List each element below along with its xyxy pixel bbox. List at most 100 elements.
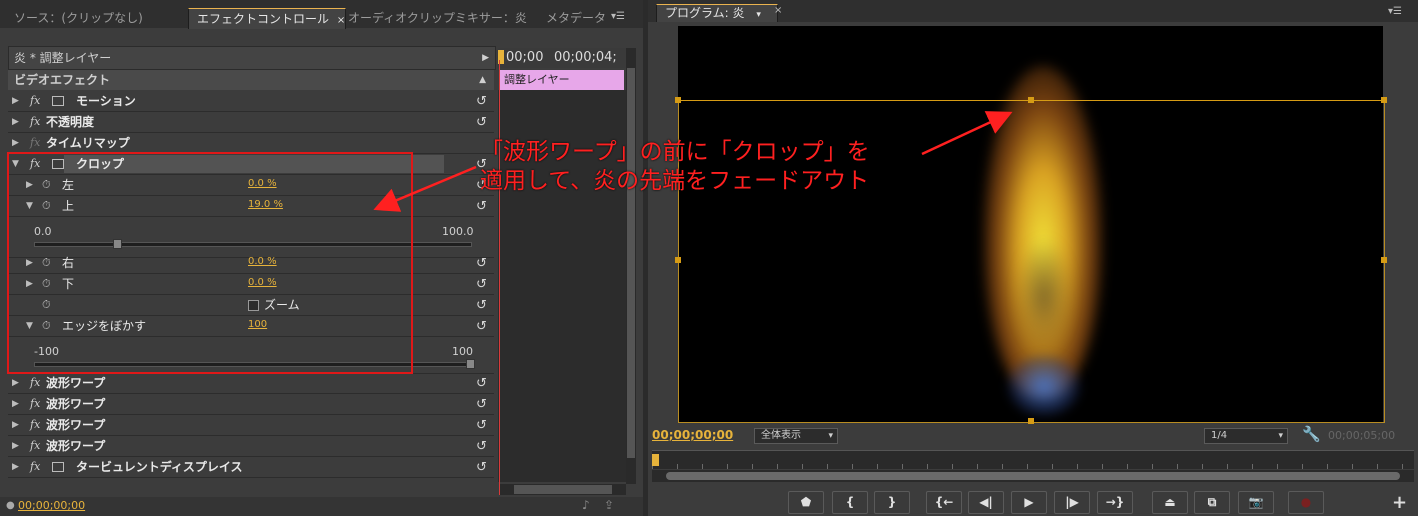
fx-icon[interactable]: fx [30, 91, 40, 111]
step-forward-button[interactable]: |▶ [1054, 491, 1090, 514]
expand-icon[interactable]: ▶ [12, 436, 19, 456]
panel-menu-icon[interactable]: ▾☰ [1388, 6, 1406, 18]
effect-row-wave-warp[interactable]: ▶ fx 波形ワープ ↺ [8, 415, 494, 436]
annotation-line-2: 適用して、炎の先端をフェードアウト [480, 168, 870, 194]
extract-button[interactable]: ⧉ [1194, 491, 1230, 514]
effect-row-turbulent-displace[interactable]: ▶ fx タービュレントディスプレイス ↺ [8, 457, 494, 478]
mark-in-button[interactable]: { [832, 491, 868, 514]
video-effects-title: ビデオエフェクト [14, 73, 111, 87]
collapse-section-icon[interactable]: ▲ [479, 70, 486, 90]
reset-icon[interactable]: ↺ [476, 92, 487, 112]
reset-icon[interactable]: ↺ [476, 395, 487, 415]
record-button[interactable]: ● [1288, 491, 1324, 514]
crop-handle[interactable] [675, 97, 681, 103]
tab-close-icon[interactable]: × [774, 5, 782, 16]
fx-icon[interactable]: fx [30, 415, 40, 435]
crop-handle[interactable] [1381, 97, 1387, 103]
zoom-bar-thumb[interactable] [666, 472, 1400, 480]
effect-row-wave-warp[interactable]: ▶ fx 波形ワープ ↺ [8, 436, 494, 457]
tab-effect-controls[interactable]: エフェクトコントロール × [188, 8, 346, 29]
tab-audio-clip-mixer[interactable]: オーディオクリップミキサー：炎 [340, 8, 528, 28]
add-marker-button[interactable]: ⬟ [788, 491, 824, 514]
crop-handle[interactable] [1028, 97, 1034, 103]
monitor-playhead-icon[interactable] [652, 454, 659, 466]
settings-wrench-icon[interactable]: 🔧 [1302, 425, 1321, 443]
duration-timecode: 00;00;05;00 [1328, 429, 1396, 442]
tab-metadata[interactable]: メタデータ [538, 8, 616, 28]
mark-out-button[interactable]: } [874, 491, 910, 514]
tab-program[interactable]: プログラム: 炎 ▾ [656, 4, 778, 22]
effect-label: 波形ワープ [46, 376, 106, 390]
effect-row-wave-warp[interactable]: ▶ fx 波形ワープ ↺ [8, 373, 494, 394]
fx-icon[interactable]: fx [30, 436, 40, 456]
effect-row-time-remap[interactable]: ▶ fx タイムリマップ [8, 133, 494, 154]
effect-row-wave-warp[interactable]: ▶ fx 波形ワープ ↺ [8, 394, 494, 415]
effect-label: タービュレントディスプレイス [76, 460, 243, 474]
monitor-zoom-bar[interactable] [652, 470, 1414, 482]
crop-handle[interactable] [675, 257, 681, 263]
crop-highlight-box [7, 152, 413, 374]
expand-icon[interactable]: ▶ [12, 91, 19, 111]
expand-icon[interactable]: ▶ [12, 133, 19, 153]
slider-max-label: 100.0 [442, 225, 474, 238]
expand-icon[interactable]: ▶ [12, 457, 19, 477]
expand-icon[interactable]: ▶ [12, 112, 19, 132]
scrollbar-thumb[interactable] [627, 68, 635, 458]
tab-dropdown-icon[interactable]: ▾ [756, 10, 761, 20]
crop-handle[interactable] [1381, 257, 1387, 263]
video-effects-header: ビデオエフェクト ▲ [8, 70, 494, 90]
go-to-in-button[interactable]: {← [926, 491, 962, 514]
go-to-out-button[interactable]: →} [1097, 491, 1133, 514]
tab-program-label: プログラム: 炎 [665, 6, 745, 20]
fit-select[interactable]: 全体表示 ▾ [754, 428, 838, 444]
fx-icon[interactable]: fx [30, 373, 40, 393]
annotation-line-1: 「波形ワープ」の前に「クロップ」を [480, 139, 870, 165]
fx-icon[interactable]: fx [30, 112, 40, 132]
fx-icon[interactable]: fx [30, 394, 40, 414]
monitor-time-ruler[interactable] [652, 450, 1414, 469]
reset-icon[interactable]: ↺ [476, 254, 487, 274]
clip-header-arrow-icon[interactable]: ▶ [482, 47, 489, 69]
reset-icon[interactable]: ↺ [476, 437, 487, 457]
fit-select-value: 全体表示 [761, 430, 801, 441]
effect-row-motion[interactable]: ▶ fx モーション ↺ [8, 91, 494, 112]
dropdown-arrow-icon: ▾ [1278, 431, 1283, 441]
vertical-scrollbar[interactable] [626, 48, 636, 484]
feather-slider-handle[interactable] [466, 359, 475, 369]
effect-row-opacity[interactable]: ▶ fx 不透明度 ↺ [8, 112, 494, 133]
add-button-icon[interactable]: + [1392, 492, 1407, 513]
monitor-timecode[interactable]: 00;00;00;00 [652, 428, 733, 442]
ruler-time-start: 00;00 [506, 50, 544, 65]
export-icon[interactable]: ⇪ [604, 498, 614, 512]
lift-button[interactable]: ⏏ [1152, 491, 1188, 514]
bottom-bar: ● 00;00;00;00 ♪ ⇪ [0, 497, 643, 516]
scrollbar-thumb[interactable] [514, 485, 612, 494]
reset-icon[interactable]: ↺ [476, 197, 487, 217]
export-frame-button[interactable]: 📷 [1238, 491, 1274, 514]
reset-icon[interactable]: ↺ [476, 113, 487, 133]
step-back-button[interactable]: ◀| [968, 491, 1004, 514]
timeline-clip[interactable]: 調整レイヤー [500, 70, 624, 90]
play-button[interactable]: ▶ [1011, 491, 1047, 514]
mini-timeline-ruler[interactable]: 00;00 00;00;04; [498, 48, 626, 68]
reset-icon[interactable]: ↺ [476, 296, 487, 316]
resolution-select[interactable]: 1/4 ▾ [1204, 428, 1288, 444]
expand-icon[interactable]: ▶ [12, 394, 19, 414]
panel-menu-icon[interactable]: ▾☰ [611, 11, 629, 23]
reset-icon[interactable]: ↺ [476, 275, 487, 295]
reset-icon[interactable]: ↺ [476, 416, 487, 436]
tab-source[interactable]: ソース：(クリップなし) [6, 8, 186, 28]
expand-icon[interactable]: ▶ [12, 373, 19, 393]
clip-header[interactable]: 炎 * 調整レイヤー ▶ [8, 46, 496, 70]
crop-handle[interactable] [1028, 418, 1034, 424]
keyframe-icon[interactable]: ● [6, 500, 15, 511]
reset-icon[interactable]: ↺ [476, 458, 487, 478]
audio-icon[interactable]: ♪ [582, 498, 590, 512]
reset-icon[interactable]: ↺ [476, 317, 487, 337]
expand-icon[interactable]: ▶ [12, 415, 19, 435]
fx-icon[interactable]: fx [30, 457, 40, 477]
horizontal-scrollbar[interactable] [500, 484, 626, 495]
current-timecode[interactable]: 00;00;00;00 [18, 499, 85, 512]
effect-label: モーション [76, 94, 136, 108]
reset-icon[interactable]: ↺ [476, 374, 487, 394]
